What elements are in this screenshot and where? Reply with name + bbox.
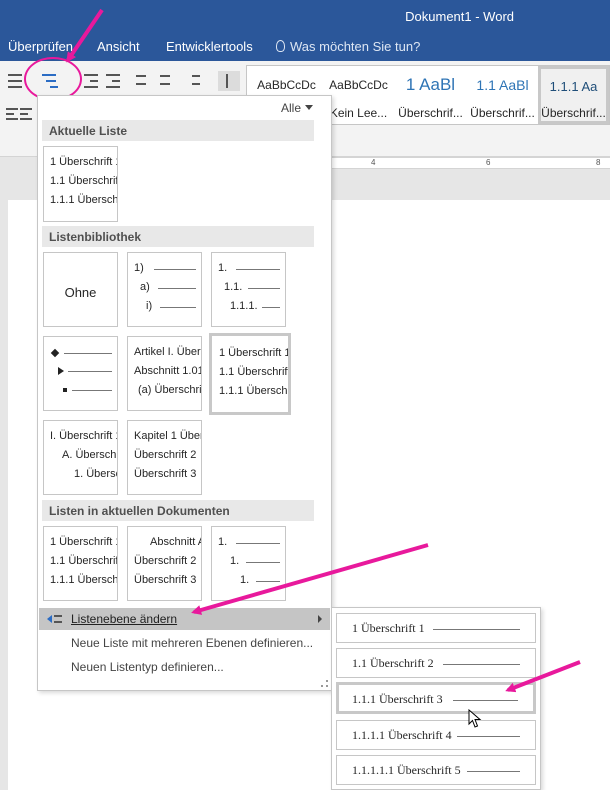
rtl-paragraph-icon[interactable] xyxy=(156,71,178,91)
square-bullet-icon xyxy=(63,388,67,392)
section-document-lists: Listen in aktuellen Dokumenten xyxy=(42,500,314,521)
increase-indent-icon[interactable] xyxy=(102,71,124,91)
list-level-submenu: 1 Überschrift 1 1.1 Überschrift 2 1.1.1 … xyxy=(331,607,541,790)
resize-grip-icon[interactable] xyxy=(321,680,328,687)
list-tile-article[interactable]: Artikel I. Überschrift Abschnitt 1.01 (a… xyxy=(127,336,202,411)
list-tile-current[interactable]: 1 Überschrift 1 1.1 Überschrift 1.1.1 Üb… xyxy=(43,146,118,222)
ltr-paragraph-icon[interactable] xyxy=(132,71,154,91)
tab-entwicklertools[interactable]: Entwicklertools xyxy=(166,39,253,54)
window-title: Dokument1 - Word xyxy=(405,9,514,24)
list-tile-bullets[interactable] xyxy=(43,336,118,411)
arrow-bullet-icon xyxy=(58,367,64,375)
style-ueberschrift-3[interactable]: 1.1.1 Aa Überschrif... xyxy=(538,66,609,124)
list-tile-heading-numbered[interactable]: 1 Überschrift 1 1.1 Überschrift 1.1.1 Üb… xyxy=(209,333,291,415)
list-level-1[interactable]: 1 Überschrift 1 xyxy=(336,613,536,643)
menu-define-list-style[interactable]: Neuen Listentyp definieren... xyxy=(39,656,330,678)
multilevel-list-dropdown: Alle Aktuelle Liste 1 Überschrift 1 1.1 … xyxy=(37,95,332,691)
style-kein-leerraum[interactable]: AaBbCcDc Kein Lee... xyxy=(323,66,394,124)
ruler-scale: 4 6 8 xyxy=(330,157,610,169)
list-tile-numbered-paren[interactable]: 1) a) i) xyxy=(127,252,202,327)
decrease-indent-icon[interactable] xyxy=(80,71,102,91)
list-tile-none[interactable]: Ohne xyxy=(43,252,118,327)
mouse-cursor-icon xyxy=(468,709,482,728)
submenu-arrow-icon xyxy=(318,615,322,623)
sort-icon[interactable] xyxy=(188,71,210,91)
list-tile-doc-heading[interactable]: 1 Überschrift 1 1.1 Überschrift 1.1.1 Üb… xyxy=(43,526,118,601)
list-level-3[interactable]: 1.1.1 Überschrift 3 xyxy=(336,682,536,714)
menu-define-multilevel-list[interactable]: Neue Liste mit mehreren Ebenen definiere… xyxy=(39,632,330,654)
title-bar: Dokument1 - Word xyxy=(0,0,610,34)
numbering-icon[interactable] xyxy=(4,71,26,91)
tell-me-placeholder: Was möchten Sie tun? xyxy=(290,39,421,54)
filter-all-dropdown[interactable]: Alle xyxy=(281,101,313,115)
show-formatting-icon[interactable] xyxy=(218,71,240,91)
list-tile-doc-decimal[interactable]: 1. 1. 1. xyxy=(211,526,286,601)
list-level-icon xyxy=(46,613,62,625)
list-tile-chapter[interactable]: Kapitel 1 Überschrift Überschrift 2 Über… xyxy=(127,420,202,495)
ribbon-tab-bar: Überprüfen Ansicht Entwicklertools Was m… xyxy=(0,34,610,61)
tell-me-search[interactable]: Was möchten Sie tun? xyxy=(276,39,420,54)
list-level-5[interactable]: 1.1.1.1.1 Überschrift 5 xyxy=(336,755,536,785)
tab-ueberpruefen[interactable]: Überprüfen xyxy=(8,39,73,54)
style-ueberschrift-1[interactable]: 1 AaBl Überschrif... xyxy=(395,66,466,124)
diamond-bullet-icon xyxy=(50,348,60,358)
lightbulb-icon xyxy=(276,40,285,52)
menu-change-list-level[interactable]: Listenebene ändern xyxy=(39,608,330,630)
style-ueberschrift-2[interactable]: 1.1 AaBl Überschrif... xyxy=(467,66,538,124)
list-tile-decimal[interactable]: 1. 1.1. 1.1.1. xyxy=(211,252,286,327)
list-tile-doc-abschnitt[interactable]: Abschnitt A Überschrift 2 Überschrift 3 xyxy=(127,526,202,601)
tab-ansicht[interactable]: Ansicht xyxy=(97,39,140,54)
section-current-list: Aktuelle Liste xyxy=(42,120,314,141)
list-level-4[interactable]: 1.1.1.1 Überschrift 4 xyxy=(336,720,536,750)
list-level-2[interactable]: 1.1 Überschrift 2 xyxy=(336,648,536,678)
list-tile-roman[interactable]: I. Überschrift 1 A. Überschrift 1. Übers… xyxy=(43,420,118,495)
align-center-icon[interactable] xyxy=(16,105,38,125)
section-list-library: Listenbibliothek xyxy=(42,226,314,247)
